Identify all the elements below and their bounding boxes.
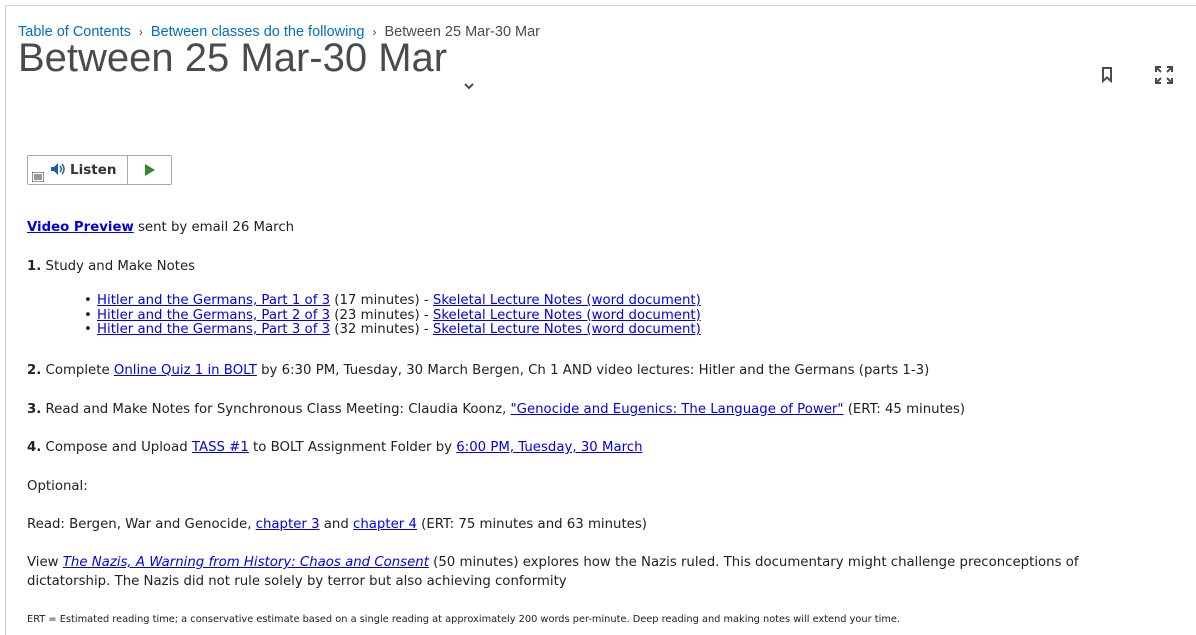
read-text: (ERT: 75 minutes and 63 minutes)	[416, 517, 647, 532]
step-text: Read and Make Notes for Synchronous Clas…	[41, 402, 511, 417]
view-text: (50 minutes) explores how the Nazis rule…	[428, 555, 1079, 570]
play-icon	[144, 161, 155, 180]
step-text: to BOLT Assignment Folder by	[248, 440, 457, 455]
deadline-link[interactable]: 6:00 PM, Tuesday, 30 March	[456, 440, 642, 455]
lecture-list: Hitler and the Germans, Part 1 of 3 (17 …	[84, 293, 701, 338]
chapter-4-link[interactable]: chapter 4	[353, 517, 417, 532]
read-line: Read: Bergen, War and Genocide, chapter …	[27, 517, 647, 533]
play-button[interactable]	[128, 156, 171, 184]
tass-link[interactable]: TASS #1	[192, 440, 249, 455]
listen-button[interactable]: Listen	[28, 156, 128, 184]
step-1: 1. Study and Make Notes	[27, 259, 195, 275]
step-text: by 6:30 PM, Tuesday, 30 March Bergen, Ch…	[256, 363, 930, 378]
step-text: Complete	[41, 363, 114, 378]
step-3: 3. Read and Make Notes for Synchronous C…	[27, 402, 965, 418]
lecture-duration: (17 minutes) -	[330, 293, 433, 308]
step-text: Compose and Upload	[41, 440, 192, 455]
step-number: 3.	[27, 402, 42, 417]
listen-widget: Listen	[27, 155, 172, 185]
video-preview-line: Video Preview sent by email 26 March	[27, 220, 294, 236]
step-number: 1.	[27, 259, 42, 274]
step-2: 2. Complete Online Quiz 1 in BOLT by 6:3…	[27, 363, 929, 379]
ert-note: ERT = Estimated reading time; a conserva…	[27, 614, 901, 625]
koonz-reading-link[interactable]: "Genocide and Eugenics: The Language of …	[511, 402, 844, 417]
lecture-duration: (23 minutes) -	[330, 307, 433, 323]
listen-label: Listen	[70, 162, 117, 178]
view-line: View The Nazis, A Warning from History: …	[27, 555, 1079, 571]
optional-heading: Optional:	[27, 479, 88, 494]
step-text: Study and Make Notes	[41, 259, 196, 274]
lecture-notes-link[interactable]: Skeletal Lecture Notes (word document)	[433, 322, 701, 337]
page-title: Between 25 Mar-30 Mar	[18, 36, 475, 89]
lecture-link[interactable]: Hitler and the Germans, Part 1 of 3	[97, 293, 330, 308]
online-quiz-link[interactable]: Online Quiz 1 in BOLT	[114, 363, 257, 378]
lecture-notes-link[interactable]: Skeletal Lecture Notes (word document)	[433, 293, 701, 308]
bookmark-icon[interactable]	[1094, 62, 1120, 88]
lecture-notes-link[interactable]: Skeletal Lecture Notes (word document)	[433, 308, 701, 323]
step-text: (ERT: 45 minutes)	[843, 402, 966, 417]
read-text: Read: Bergen, War and Genocide,	[27, 517, 256, 532]
page-title-text: Between 25 Mar-30 Mar	[18, 36, 448, 80]
view-text: View	[27, 555, 63, 570]
video-preview-link[interactable]: Video Preview	[27, 220, 134, 235]
chevron-down-icon[interactable]	[463, 57, 475, 89]
menu-icon[interactable]	[31, 167, 45, 186]
list-item: Hitler and the Germans, Part 2 of 3 (23 …	[84, 307, 701, 324]
speaker-icon	[50, 161, 66, 180]
lecture-link[interactable]: Hitler and the Germans, Part 3 of 3	[97, 322, 330, 337]
chapter-3-link[interactable]: chapter 3	[256, 517, 320, 532]
lecture-link[interactable]: Hitler and the Germans, Part 2 of 3	[97, 308, 330, 323]
step-number: 2.	[27, 363, 42, 378]
video-preview-text: sent by email 26 March	[133, 220, 295, 235]
step-number: 4.	[27, 440, 42, 455]
list-item: Hitler and the Germans, Part 1 of 3 (17 …	[84, 293, 701, 309]
step-4: 4. Compose and Upload TASS #1 to BOLT As…	[27, 440, 643, 456]
read-text: and	[319, 517, 354, 532]
fullscreen-icon[interactable]	[1151, 62, 1177, 88]
view-line-2: dictatorship. The Nazis did not rule sol…	[27, 574, 567, 589]
documentary-link[interactable]: The Nazis, A Warning from History: Chaos…	[63, 555, 429, 570]
lecture-duration: (32 minutes) -	[330, 322, 433, 337]
list-item: Hitler and the Germans, Part 3 of 3 (32 …	[84, 322, 701, 338]
